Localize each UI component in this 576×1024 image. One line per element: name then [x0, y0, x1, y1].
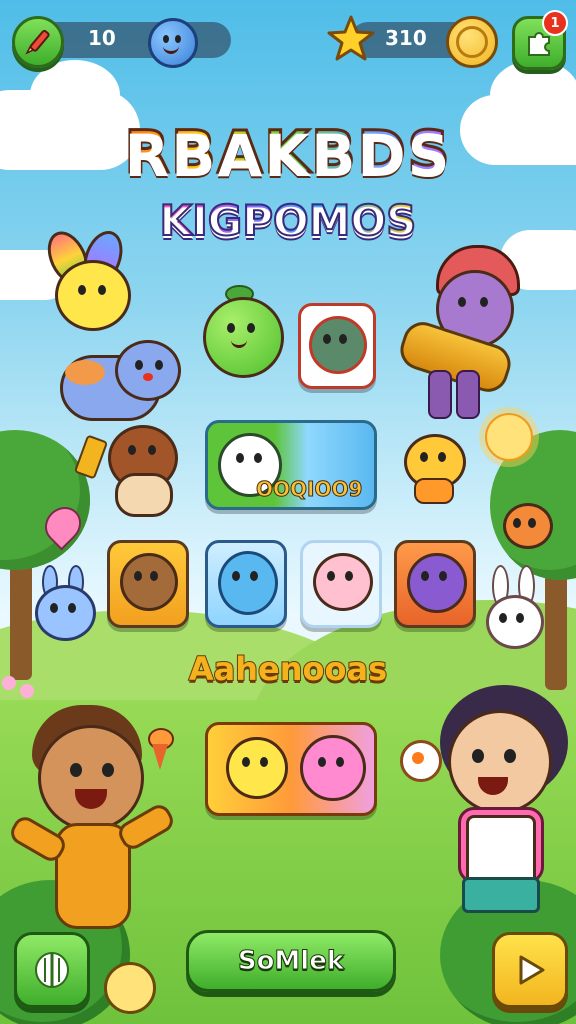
pencil-icon: [25, 29, 50, 55]
orange-squirrel-character[interactable]: [498, 498, 553, 560]
left-counter: 10: [88, 26, 116, 50]
blue-cat-character[interactable]: [60, 335, 181, 425]
game-title: RBAKBDS: [0, 117, 576, 188]
section-title: Aahenooas: [188, 649, 388, 689]
featured-tile-label: OOQIOO9: [255, 477, 363, 502]
lollipop-icon: [400, 740, 442, 782]
boy-character: [6, 705, 180, 955]
star-icon: [327, 15, 375, 61]
play-icon: [519, 955, 545, 985]
sound-button[interactable]: [14, 932, 90, 1008]
level-tile-blue-dog[interactable]: [205, 540, 287, 628]
reward-tile[interactable]: [205, 722, 377, 816]
level-tile-bear[interactable]: [107, 540, 189, 628]
game-title-text: RBAKBDS: [123, 117, 452, 188]
brown-fox-character[interactable]: [73, 425, 190, 517]
edit-button[interactable]: [12, 16, 64, 68]
level-tile-purple-monster[interactable]: [394, 540, 476, 628]
start-button-label: SoMlek: [237, 946, 345, 977]
chick-character: [104, 962, 156, 1014]
notification-badge: 1: [542, 10, 568, 36]
blue-bunny-character[interactable]: [30, 565, 100, 660]
featured-level-tile[interactable]: OOQIOO9: [205, 420, 377, 510]
game-scene: 10 310 1 RBAKBDS KIGPOMOS OOQIOO9 Aaheno…: [0, 0, 576, 1024]
rainbow-bunny-character[interactable]: [39, 225, 135, 340]
yellow-cat-character[interactable]: [402, 430, 466, 504]
level-tile-turtle[interactable]: [298, 303, 376, 389]
start-button[interactable]: SoMlek: [186, 930, 396, 992]
score-bar-left: [36, 22, 231, 58]
tree-canopy: [0, 430, 90, 570]
game-subtitle-text: KIGPOMOS: [159, 195, 418, 246]
sun-icon: [485, 413, 533, 461]
level-tile-pig[interactable]: [300, 540, 382, 628]
purple-kid-character[interactable]: [395, 245, 526, 420]
green-apple-character[interactable]: [195, 285, 290, 390]
sound-icon: [35, 952, 69, 988]
right-counter: 310: [385, 26, 427, 50]
coin-icon[interactable]: [446, 16, 498, 68]
notification-count: 1: [550, 15, 560, 31]
girl-character: [400, 685, 570, 950]
play-button[interactable]: [492, 932, 568, 1008]
smiley-ball-icon[interactable]: [148, 18, 198, 68]
